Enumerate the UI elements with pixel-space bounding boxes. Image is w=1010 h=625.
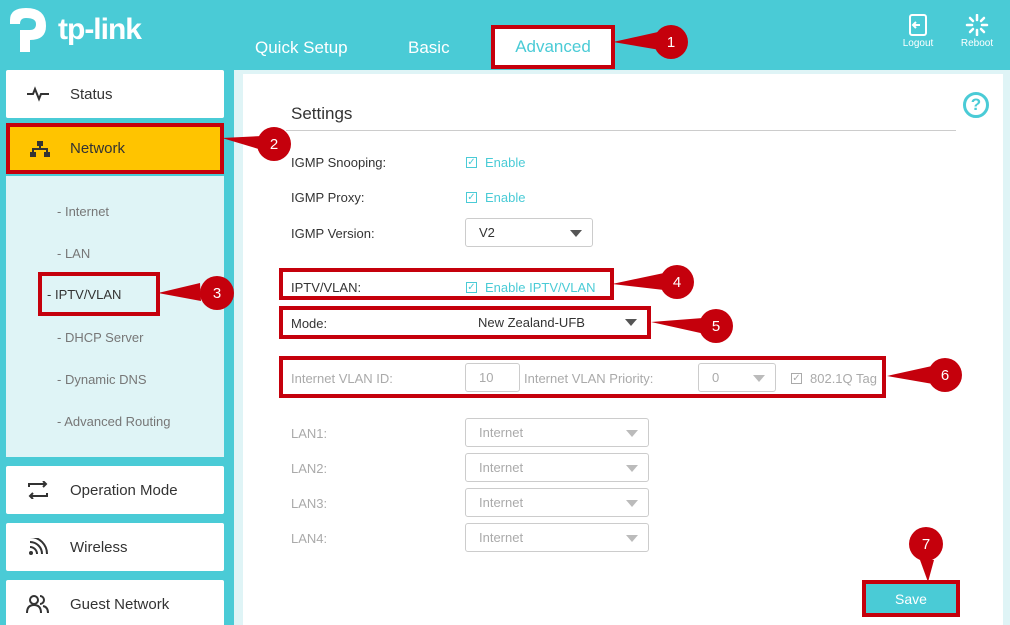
callout-4: 4: [660, 265, 694, 299]
sidebar-item-label: Guest Network: [70, 595, 170, 613]
checkbox-label: Enable: [485, 190, 526, 205]
internet-vlan-id-input[interactable]: 10: [465, 363, 520, 392]
help-icon[interactable]: ?: [963, 92, 989, 118]
checkbox-checked-icon: ✓: [466, 157, 477, 168]
submenu-item-dynamic-dns[interactable]: Dynamic DNS: [57, 372, 147, 387]
callout-5: 5: [699, 309, 733, 343]
lan2-select[interactable]: Internet: [465, 453, 649, 482]
title-divider: [286, 130, 956, 131]
igmp-proxy-checkbox[interactable]: ✓ Enable: [466, 190, 525, 205]
igmp-snooping-checkbox[interactable]: ✓ Enable: [466, 155, 525, 170]
tab-advanced[interactable]: Advanced: [491, 25, 615, 69]
tp-link-logo: tp-link: [6, 4, 142, 56]
tab-basic[interactable]: Basic: [408, 38, 450, 58]
save-label: Save: [895, 590, 927, 607]
lan2-label: LAN2:: [291, 461, 328, 476]
callout-3: 3: [200, 276, 234, 310]
logout-button[interactable]: Logout: [893, 14, 943, 49]
users-icon: [6, 594, 70, 614]
logout-label: Logout: [902, 38, 934, 49]
sidebar-item-label: Network: [70, 140, 126, 157]
igmp-snooping-label: IGMP Snooping:: [291, 155, 387, 170]
chevron-down-icon: [626, 500, 638, 507]
network-icon: [10, 140, 70, 158]
callout-1: 1: [654, 25, 688, 59]
pulse-icon: [6, 86, 70, 102]
submenu-item-lan[interactable]: LAN: [57, 246, 90, 261]
checkbox-checked-icon: ✓: [791, 373, 802, 384]
sidebar-item-status[interactable]: Status: [6, 70, 224, 118]
checkbox-checked-icon: ✓: [466, 192, 477, 203]
select-value: New Zealand-UFB: [478, 315, 585, 330]
sidebar-item-guest-network[interactable]: Guest Network: [6, 580, 224, 625]
tp-link-logo-icon: [10, 8, 46, 52]
logout-icon: [909, 14, 927, 36]
select-value: Internet: [479, 495, 524, 510]
igmp-version-select[interactable]: V2: [465, 218, 593, 247]
page-title: Settings: [291, 104, 353, 123]
pointer-1: [613, 32, 660, 50]
sidebar-item-network[interactable]: Network: [6, 123, 224, 174]
mode-select[interactable]: New Zealand-UFB: [465, 310, 647, 335]
chevron-down-icon: [753, 375, 765, 382]
igmp-version-label: IGMP Version:: [291, 226, 375, 241]
checkbox-label: Enable: [485, 155, 526, 170]
sidebar-item-wireless[interactable]: Wireless: [6, 523, 224, 571]
lan1-label: LAN1:: [291, 426, 328, 441]
callout-6: 6: [928, 358, 962, 392]
select-value: Internet: [479, 425, 524, 440]
tab-quick-setup[interactable]: Quick Setup: [255, 38, 348, 58]
chevron-down-icon: [626, 535, 638, 542]
switch-icon: [6, 481, 70, 499]
wifi-icon: [6, 538, 70, 556]
sidebar-item-label: Wireless: [70, 538, 128, 556]
select-value: 0: [712, 370, 720, 385]
chevron-down-icon: [626, 465, 638, 472]
checkbox-checked-icon: ✓: [466, 282, 477, 293]
submenu-item-internet[interactable]: Internet: [57, 204, 109, 219]
reboot-icon: [965, 14, 989, 36]
lan4-select[interactable]: Internet: [465, 523, 649, 552]
select-value: Internet: [479, 530, 524, 545]
internet-vlan-id-label: Internet VLAN ID:: [291, 371, 393, 386]
tab-advanced-label: Advanced: [515, 37, 591, 56]
lan1-select[interactable]: Internet: [465, 418, 649, 447]
reboot-button[interactable]: Reboot: [952, 14, 1002, 49]
lan3-select[interactable]: Internet: [465, 488, 649, 517]
iptv-vlan-label: IPTV/VLAN:: [291, 280, 362, 295]
sidebar-item-label: Operation Mode: [70, 481, 178, 499]
chevron-down-icon: [570, 230, 582, 237]
igmp-proxy-label: IGMP Proxy:: [291, 190, 365, 205]
submenu-item-iptv-vlan[interactable]: - IPTV/VLAN: [38, 272, 160, 316]
brand-name: tp-link: [58, 13, 142, 46]
sidebar-item-operation-mode[interactable]: Operation Mode: [6, 466, 224, 514]
sidebar-item-label: Status: [70, 85, 113, 103]
checkbox-label: 802.1Q Tag: [810, 371, 877, 386]
lan3-label: LAN3:: [291, 496, 328, 511]
internet-vlan-priority-select[interactable]: 0: [698, 363, 776, 392]
submenu-item-label: - IPTV/VLAN: [47, 286, 122, 302]
submenu-item-dhcp-server[interactable]: DHCP Server: [57, 330, 144, 345]
callout-2: 2: [257, 127, 291, 161]
iptv-vlan-checkbox[interactable]: ✓ Enable IPTV/VLAN: [466, 280, 596, 295]
chevron-down-icon: [626, 430, 638, 437]
select-value: Internet: [479, 460, 524, 475]
router-admin-page: tp-link Quick Setup Basic Advanced Logou…: [0, 0, 1010, 625]
select-value: V2: [479, 225, 495, 240]
reboot-label: Reboot: [960, 38, 994, 49]
submenu-item-text: IPTV/VLAN: [54, 286, 122, 302]
internet-vlan-priority-label: Internet VLAN Priority:: [524, 371, 654, 386]
callout-7: 7: [909, 527, 943, 561]
tag-8021q-checkbox[interactable]: ✓ 802.1Q Tag: [791, 371, 877, 386]
mode-label: Mode:: [291, 316, 328, 331]
lan4-label: LAN4:: [291, 531, 328, 546]
submenu-item-advanced-routing[interactable]: Advanced Routing: [57, 414, 170, 429]
checkbox-label: Enable IPTV/VLAN: [485, 280, 596, 295]
chevron-down-icon: [625, 319, 637, 326]
save-button[interactable]: Save: [862, 580, 960, 617]
